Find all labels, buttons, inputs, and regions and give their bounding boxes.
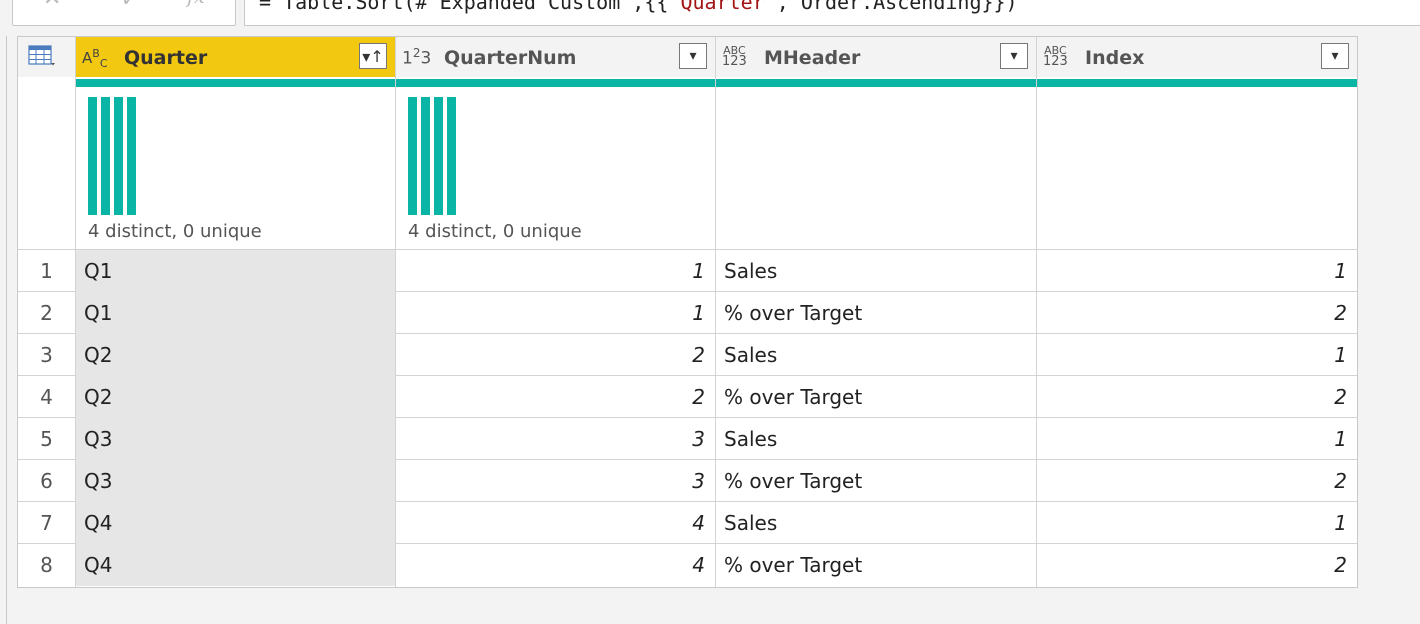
sort-ascending-filter-button[interactable]: ▾↑	[359, 43, 387, 69]
cell-index[interactable]: 2	[1037, 544, 1355, 586]
formula-prefix: = Table.Sort(#"Expanded Custom",{{	[259, 0, 669, 14]
cell-quarternum[interactable]: 1	[396, 292, 714, 334]
cell-quarternum[interactable]: 2	[396, 334, 714, 376]
cell-mheader[interactable]: Sales	[716, 418, 1034, 460]
cell-mheader[interactable]: Sales	[716, 502, 1034, 544]
cell-index[interactable]: 2	[1037, 376, 1355, 418]
filter-dropdown-button[interactable]: ▾	[679, 43, 707, 69]
cell-quarternum[interactable]: 3	[396, 460, 714, 502]
table-row[interactable]: 2 Q1 1 % over Target 2	[18, 292, 1357, 334]
distribution-bar[interactable]	[434, 97, 443, 215]
row-number[interactable]: 1	[18, 250, 75, 292]
distribution-bar[interactable]	[114, 97, 123, 215]
cell-quarter[interactable]: Q3	[76, 418, 395, 460]
column-header-index[interactable]: ABC 123 Index ▾	[1037, 37, 1357, 77]
column-distribution-quarter: 4 distinct, 0 unique	[76, 87, 395, 249]
distribution-summary: 4 distinct, 0 unique	[408, 221, 582, 242]
any-type-icon[interactable]: ABC 123	[1043, 45, 1068, 68]
cancel-icon[interactable]: ✕	[43, 0, 61, 10]
column-quality-bar	[716, 79, 1036, 87]
distribution-bar[interactable]	[408, 97, 417, 215]
column-header-mheader[interactable]: ABC 123 MHeader ▾	[716, 37, 1036, 77]
cell-quarter[interactable]: Q1	[76, 250, 395, 292]
cell-index[interactable]: 2	[1037, 292, 1355, 334]
formula-bar-input[interactable]: = Table.Sort(#"Expanded Custom",{{"Quart…	[244, 0, 1420, 26]
cell-mheader[interactable]: % over Target	[716, 460, 1034, 502]
distribution-bar[interactable]	[101, 97, 110, 215]
cell-mheader[interactable]: % over Target	[716, 544, 1034, 586]
column-quality-bar	[396, 79, 715, 87]
row-number[interactable]: 6	[18, 460, 75, 502]
cell-index[interactable]: 2	[1037, 460, 1355, 502]
any-type-icon[interactable]: ABC 123	[722, 45, 747, 68]
cell-quarter[interactable]: Q1	[76, 292, 395, 334]
row-number[interactable]: 7	[18, 502, 75, 544]
distribution-summary: 4 distinct, 0 unique	[88, 221, 262, 242]
cell-mheader[interactable]: % over Target	[716, 376, 1034, 418]
cell-quarternum[interactable]: 3	[396, 418, 714, 460]
distribution-bar[interactable]	[421, 97, 430, 215]
formula-text: = Table.Sort(#"Expanded Custom",{{"Quart…	[259, 0, 1018, 13]
column-header-quarternum[interactable]: 123 QuarterNum ▾	[396, 37, 715, 77]
confirm-icon[interactable]: ✓	[121, 0, 138, 9]
cell-quarternum[interactable]: 1	[396, 250, 714, 292]
column-name: Quarter	[124, 47, 208, 69]
number-type-icon[interactable]: 123	[402, 46, 431, 69]
formula-suffix: , Order.Ascending}})	[776, 0, 1018, 14]
row-number[interactable]: 8	[18, 544, 75, 586]
table-row[interactable]: 8 Q4 4 % over Target 2	[18, 544, 1357, 586]
cell-quarternum[interactable]: 4	[396, 544, 714, 586]
row-number[interactable]: 2	[18, 292, 75, 334]
table-row[interactable]: 1 Q1 1 Sales 1	[18, 250, 1357, 292]
column-distribution-quarternum: 4 distinct, 0 unique	[396, 87, 715, 249]
distribution-bar[interactable]	[127, 97, 136, 215]
table-row[interactable]: 6 Q3 3 % over Target 2	[18, 460, 1357, 502]
column-name: Index	[1085, 47, 1145, 69]
formula-string: "Quarter"	[668, 0, 777, 14]
cell-index[interactable]: 1	[1037, 418, 1355, 460]
cell-quarter[interactable]: Q2	[76, 334, 395, 376]
table-corner[interactable]	[18, 37, 75, 77]
table-row[interactable]: 7 Q4 4 Sales 1	[18, 502, 1357, 544]
cell-quarter[interactable]: Q4	[76, 502, 395, 544]
fx-icon[interactable]: fx	[187, 0, 205, 7]
cell-mheader[interactable]: % over Target	[716, 292, 1034, 334]
cell-quarter[interactable]: Q4	[76, 544, 395, 586]
cell-index[interactable]: 1	[1037, 334, 1355, 376]
cell-quarter[interactable]: Q3	[76, 460, 395, 502]
cell-index[interactable]: 1	[1037, 502, 1355, 544]
text-type-icon[interactable]: ABC	[82, 47, 108, 70]
table-row[interactable]: 4 Q2 2 % over Target 2	[18, 376, 1357, 418]
cell-mheader[interactable]: Sales	[716, 250, 1034, 292]
table-row[interactable]: 5 Q3 3 Sales 1	[18, 418, 1357, 460]
column-name: QuarterNum	[444, 47, 577, 69]
cell-index[interactable]: 1	[1037, 250, 1355, 292]
column-name: MHeader	[764, 47, 861, 69]
formula-toolbar: ✕ ✓ fx = Table.Sort(#"Expanded Custom",{…	[0, 0, 1420, 30]
table-menu-icon[interactable]	[28, 45, 56, 67]
column-quality-bar	[1037, 79, 1357, 87]
row-number[interactable]: 3	[18, 334, 75, 376]
cell-mheader[interactable]: Sales	[716, 334, 1034, 376]
cell-quarternum[interactable]: 4	[396, 502, 714, 544]
row-number[interactable]: 5	[18, 418, 75, 460]
data-grid: ABC Quarter ▾↑ 123 QuarterNum ▾ ABC 123 M…	[17, 36, 1358, 588]
table-row[interactable]: 3 Q2 2 Sales 1	[18, 334, 1357, 376]
formula-tools: ✕ ✓ fx	[12, 0, 236, 26]
distribution-bar[interactable]	[447, 97, 456, 215]
filter-dropdown-button[interactable]: ▾	[1000, 43, 1028, 69]
row-number[interactable]: 4	[18, 376, 75, 418]
column-quality-bar	[76, 79, 395, 87]
filter-dropdown-button[interactable]: ▾	[1321, 43, 1349, 69]
distribution-bar[interactable]	[88, 97, 97, 215]
cell-quarter[interactable]: Q2	[76, 376, 395, 418]
window-left-edge	[6, 36, 7, 624]
column-header-quarter[interactable]: ABC Quarter ▾↑	[76, 37, 395, 77]
cell-quarternum[interactable]: 2	[396, 376, 714, 418]
